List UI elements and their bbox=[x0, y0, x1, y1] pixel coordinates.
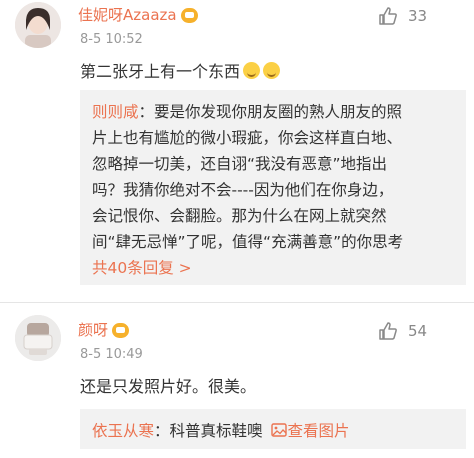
view-image-label[interactable]: 查看图片 bbox=[287, 422, 349, 440]
avatar[interactable] bbox=[15, 2, 61, 48]
vip-badge-icon bbox=[180, 8, 198, 23]
like-count: 54 bbox=[408, 322, 428, 340]
reply-text-line: 吗？我猜你绝对不会----因为他们在你身边， bbox=[92, 181, 394, 199]
avatar-photo bbox=[15, 2, 61, 48]
reply-separator: ： bbox=[154, 422, 170, 440]
image-link-icon bbox=[271, 423, 288, 437]
reply-text-line: 间“肆无忌惮”了呢，值得“充满善意”的你思考 bbox=[92, 233, 404, 251]
reply-line: 依玉从寒：科普真标鞋噢 查看图片 bbox=[92, 419, 350, 441]
reply-text-line: 片上也有尴尬的微小瑕疵，你会这样直白地、 bbox=[92, 129, 403, 147]
reply-author[interactable]: 则则咸 bbox=[92, 103, 139, 121]
username-text[interactable]: 颜呀 bbox=[78, 319, 108, 340]
view-image-link[interactable]: 查看图片 bbox=[271, 422, 350, 440]
avatar[interactable] bbox=[15, 315, 61, 361]
reply-text-line: 忽略掉一切美，还自诩“我没有恶意”地指出 bbox=[92, 155, 388, 173]
comment-item: 佳妮呀Azaaza 8-5 10:52 33 第二张牙上有一个东西 则则咸：要是… bbox=[0, 0, 474, 300]
comment-text: 还是只发照片好。很美。 bbox=[80, 377, 257, 396]
comment-timestamp: 8-5 10:49 bbox=[80, 347, 143, 362]
comment-username[interactable]: 佳妮呀Azaaza bbox=[78, 4, 198, 25]
thumbs-up-icon bbox=[379, 7, 397, 25]
like-button[interactable]: 54 bbox=[378, 321, 427, 341]
comment-text: 第二张牙上有一个东西 bbox=[80, 62, 241, 81]
reply-text-line: 要是你发现你朋友圈的熟人朋友的照 bbox=[154, 103, 403, 121]
reply-separator: ： bbox=[138, 103, 155, 121]
reply-line: 则则咸：要是你发现你朋友圈的熟人朋友的照 bbox=[92, 100, 402, 122]
comment-body: 第二张牙上有一个东西 bbox=[80, 58, 281, 82]
reply-text-line: 会记恨你、会翻脸。那为什么在网上就突然 bbox=[92, 207, 387, 225]
avatar-photo bbox=[15, 315, 61, 361]
crying-face-icon bbox=[263, 62, 281, 79]
like-count: 33 bbox=[408, 7, 428, 25]
vip-badge-icon bbox=[112, 323, 130, 338]
comment-username[interactable]: 颜呀 bbox=[78, 319, 130, 340]
crying-face-icon bbox=[243, 62, 261, 79]
thumbs-up-icon bbox=[379, 322, 397, 340]
like-button[interactable]: 33 bbox=[378, 6, 427, 26]
reply-author[interactable]: 依玉从寒 bbox=[92, 422, 154, 440]
reply-preview[interactable]: 则则咸：要是你发现你朋友圈的熟人朋友的照 片上也有尴尬的微小瑕疵，你会这样直白地… bbox=[80, 90, 466, 285]
reply-text: 科普真标鞋噢 bbox=[169, 422, 263, 440]
username-text[interactable]: 佳妮呀Azaaza bbox=[78, 4, 177, 25]
view-more-replies-link[interactable]: 共40条回复 > bbox=[92, 256, 192, 278]
reply-preview[interactable]: 依玉从寒：科普真标鞋噢 查看图片 bbox=[80, 409, 466, 449]
comment-item: 颜呀 8-5 10:49 54 还是只发照片好。很美。 依玉从寒：科普真标鞋噢 … bbox=[0, 303, 474, 458]
comment-timestamp: 8-5 10:52 bbox=[80, 32, 143, 47]
